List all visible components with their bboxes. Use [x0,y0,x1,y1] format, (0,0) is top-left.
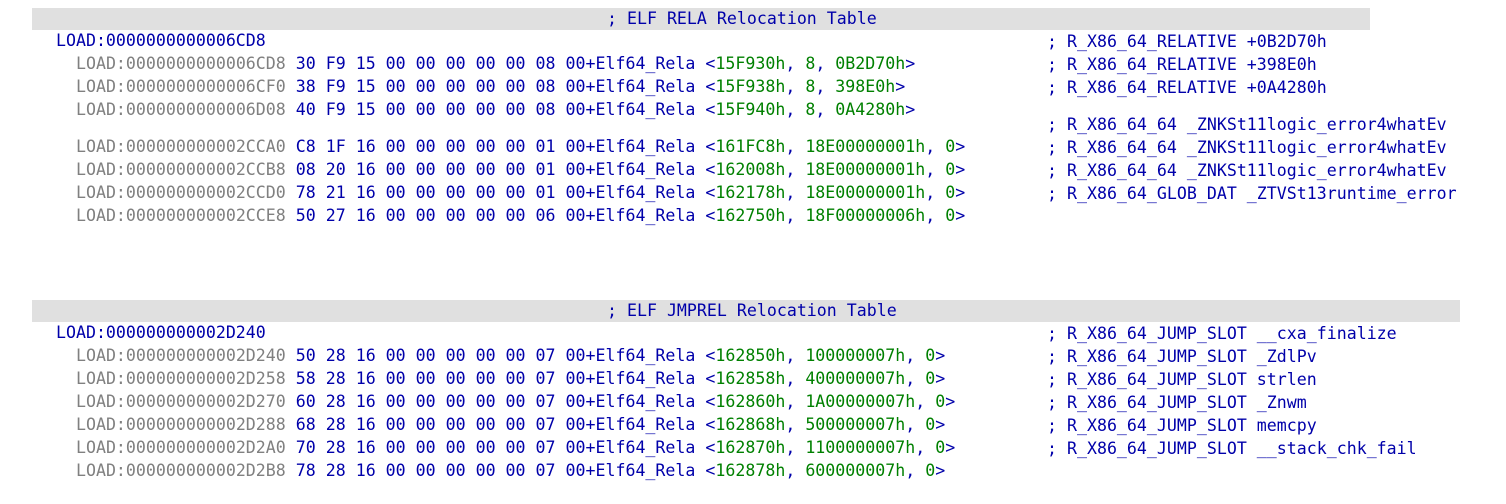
section-header-rela[interactable]: LOAD:0000000000006CD8 [36,8,266,50]
table-row[interactable]: LOAD:000000000002D270 60 28 16 00 00 00 … [36,369,955,411]
row-comment: ; R_X86_64_JUMP_SLOT memcpy [1047,416,1317,435]
table-row[interactable]: LOAD:0000000000006CD8 30 F9 15 00 00 00 … [36,31,915,73]
row-comment: ; R_X86_64_JUMP_SLOT _Znwm [1047,393,1307,412]
table-row[interactable]: LOAD:000000000002D258 58 28 16 00 00 00 … [36,346,945,388]
table-row[interactable]: LOAD:000000000002D2A0 70 28 16 00 00 00 … [36,415,955,457]
row-arg[interactable]: 18F00000006h [805,206,925,225]
table-row[interactable]: LOAD:000000000002D288 68 28 16 00 00 00 … [36,392,945,434]
section-header-jmprel[interactable]: LOAD:000000000002D240 [36,300,266,342]
row-comment: ; R_X86_64_GLOB_DAT _ZTVSt13runtime_erro… [1047,184,1457,203]
header-comment: ; ELF JMPREL Relocation Table [607,301,897,320]
row-arg[interactable]: 162750h [715,206,785,225]
table-row[interactable]: LOAD:0000000000006D08 40 F9 15 00 00 00 … [36,77,915,119]
row-arg[interactable]: 600000007h [805,461,905,480]
table-row[interactable]: LOAD:0000000000006CF0 38 F9 15 00 00 00 … [36,54,905,96]
table-row[interactable]: LOAD:000000000002D240 50 28 16 00 00 00 … [36,323,945,365]
row-arg[interactable]: 0 [945,206,955,225]
row-comment: ; R_X86_64_JUMP_SLOT _ZdlPv [1047,347,1317,366]
row-comment: ; R_X86_64_RELATIVE +0B2D70h [1047,32,1327,51]
row-comment: ; R_X86_64_JUMP_SLOT __cxa_finalize [1047,324,1397,343]
row-arg[interactable]: 162878h [715,461,785,480]
table-row[interactable]: LOAD:000000000002CCD0 78 21 16 00 00 00 … [36,160,965,202]
row-comment: ; R_X86_64_RELATIVE +398E0h [1047,55,1317,74]
table-row[interactable]: LOAD:000000000002D2B8 78 28 16 00 00 00 … [36,438,945,480]
header-comment: ; ELF RELA Relocation Table [607,9,877,28]
row-address[interactable]: LOAD:000000000002CCE8 [76,206,286,225]
row-bytes: 50 27 16 00 00 00 00 00 06 00+ [295,206,596,225]
row-address[interactable]: LOAD:000000000002D2B8 [76,461,286,480]
row-directive[interactable]: Elf64_Rela [595,206,695,225]
row-comment: ; R_X86_64_RELATIVE +0A4280h [1047,78,1327,97]
row-comment: ; R_X86_64_JUMP_SLOT __stack_chk_fail [1047,439,1417,458]
row-directive[interactable]: Elf64_Rela [595,461,695,480]
row-comment: ; R_X86_64_JUMP_SLOT strlen [1047,370,1317,389]
row-bytes: 78 28 16 00 00 00 00 00 07 00+ [295,461,596,480]
row-comment: ; R_X86_64_64 _ZNKSt11logic_error4whatEv [1047,161,1447,180]
table-row[interactable]: LOAD:000000000002CCE8 50 27 16 00 00 00 … [36,183,965,225]
row-comment: ; R_X86_64_64 _ZNKSt11logic_error4whatEv [1047,115,1447,134]
table-row[interactable]: LOAD:000000000002CCA0 C8 1F 16 00 00 00 … [36,114,965,156]
row-arg[interactable]: 0 [925,461,935,480]
table-row[interactable]: LOAD:000000000002CCB8 08 20 16 00 00 00 … [36,137,965,179]
row-comment: ; R_X86_64_64 _ZNKSt11logic_error4whatEv [1047,138,1447,157]
